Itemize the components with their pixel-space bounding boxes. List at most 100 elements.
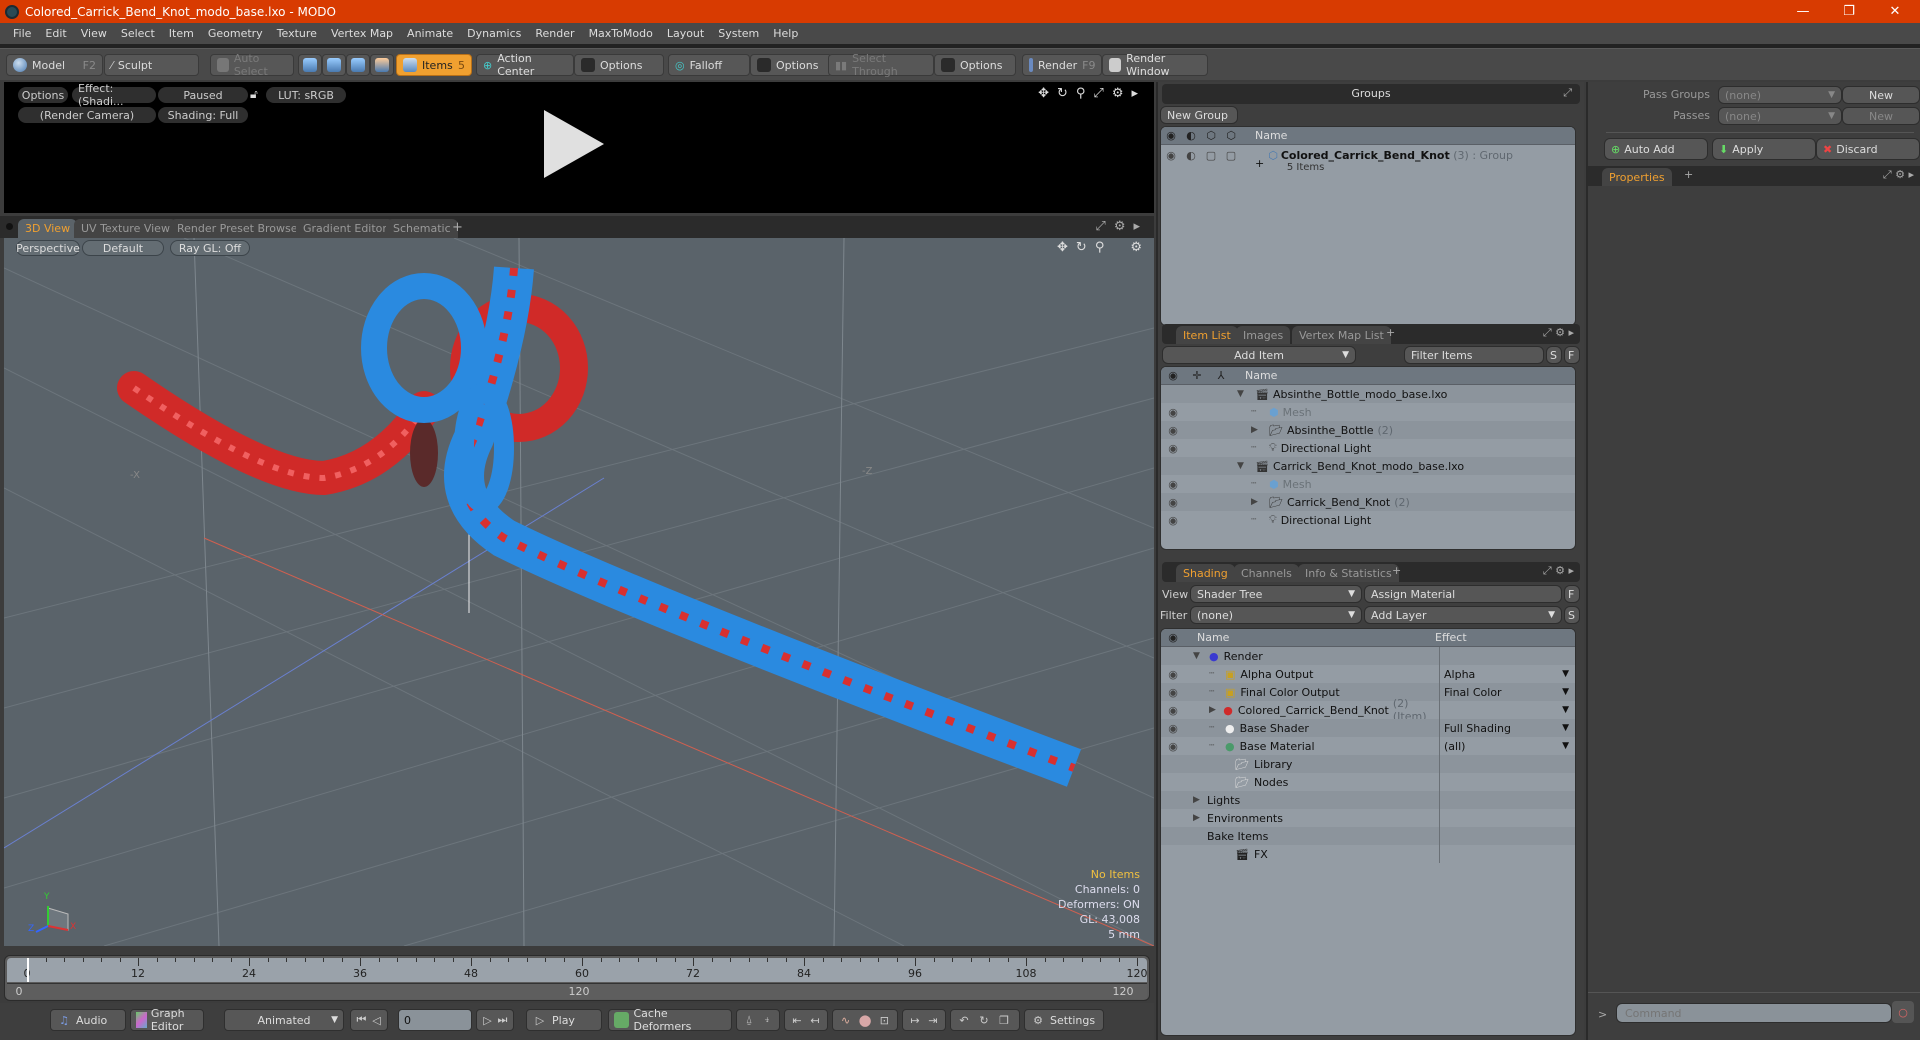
expand-toggle-icon[interactable]: ▶ [1251, 497, 1265, 507]
shader-tree-row[interactable]: 🎬︎ FX [1161, 845, 1575, 863]
item-list-row[interactable]: ◉ ┄ 💡︎ Directional Light [1161, 439, 1575, 457]
record-icon[interactable]: ● [857, 1011, 872, 1029]
filter-dropdown[interactable]: (none) ▼ [1190, 606, 1362, 624]
polygons-mode-button[interactable] [346, 54, 370, 76]
paused-toggle[interactable]: Paused [158, 87, 248, 103]
eye-icon[interactable]: ◉ [1161, 686, 1185, 699]
edges-mode-button[interactable] [322, 54, 346, 76]
tab-render-preset-browser[interactable]: Render Preset Browser [170, 219, 310, 238]
sculpt-mode-button[interactable]: ⁄ Sculpt [104, 54, 199, 76]
expand-toggle-icon[interactable]: ▶ [1193, 795, 1207, 805]
effect-dropdown[interactable]: Effect: (Shadi... [72, 82, 156, 108]
restore-button[interactable]: ❐ [1826, 0, 1872, 23]
lock-toggle[interactable]: ▢ [1201, 149, 1221, 162]
assign-material-button[interactable]: Assign Material [1364, 585, 1562, 603]
menu-geometry[interactable]: Geometry [201, 27, 270, 40]
eye-icon[interactable]: ◉ [1161, 149, 1181, 162]
arrow-right-icon[interactable]: ▸ [1133, 219, 1140, 234]
play-button[interactable]: ▷ Play [526, 1009, 602, 1031]
menu-select[interactable]: Select [114, 27, 162, 40]
chevron-down-icon[interactable]: ▼ [1562, 741, 1569, 751]
timeline[interactable]: 0 12 24 36 48 60 72 84 96 108 120 0 120 120 [4, 955, 1150, 1001]
eye-icon[interactable]: ◉ [1161, 442, 1185, 455]
rotate-icon[interactable]: ↻ [1057, 86, 1068, 101]
last-key-icon[interactable]: ⇥ [926, 1012, 940, 1028]
playhead[interactable] [27, 958, 29, 982]
record-macro-button[interactable]: ○ [1892, 1001, 1914, 1023]
auto-add-button[interactable]: ⊕ Auto Add [1604, 138, 1708, 160]
camera-dropdown[interactable]: (Render Camera) [18, 107, 156, 123]
preview-options-button[interactable]: Options [18, 87, 68, 103]
next-key-icon[interactable]: ↦ [908, 1012, 922, 1028]
materials-mode-button[interactable] [370, 54, 394, 76]
expand-toggle-icon[interactable]: ▼ [1237, 461, 1251, 471]
tab-3d-view[interactable]: 3D View [18, 219, 78, 238]
panel-controls[interactable]: ⤢ ⚙ ▸ [1883, 168, 1914, 182]
render-button[interactable]: Render F9 [1022, 54, 1102, 76]
effect-value[interactable]: Final Color [1444, 686, 1562, 699]
expand-toggle-icon[interactable]: ▶ [1251, 425, 1265, 435]
shading-dropdown[interactable]: Shading: Full [158, 107, 248, 123]
expand-toggle-icon[interactable]: ▼ [1193, 651, 1207, 661]
shader-tree-row[interactable]: Bake Items [1161, 827, 1575, 845]
item-list-row[interactable]: ▼ 🎬︎ Absinthe_Bottle_modo_base.lxo [1161, 385, 1575, 403]
arrow-right-icon[interactable]: ▸ [1131, 86, 1138, 101]
filter-items-input[interactable]: Filter Items [1404, 346, 1544, 364]
menu-maxtomodo[interactable]: MaxToModo [582, 27, 660, 40]
f-button[interactable]: F [1564, 585, 1580, 603]
timeline-range-bar[interactable]: 0 120 120 [7, 983, 1147, 999]
zoom-icon[interactable]: ⚲ [1095, 240, 1105, 255]
menu-render[interactable]: Render [528, 27, 581, 40]
prev-key-icon[interactable]: ⇤ [790, 1012, 804, 1028]
effect-value[interactable]: Alpha [1444, 668, 1562, 681]
apply-button[interactable]: ⬇ Apply [1712, 138, 1816, 160]
vertices-mode-button[interactable] [298, 54, 322, 76]
play-icon[interactable] [544, 110, 604, 178]
view-dropdown[interactable]: Shader Tree ▼ [1190, 585, 1362, 603]
eye-icon[interactable]: ◉ [1161, 704, 1185, 717]
new-pass-group-button[interactable]: New [1842, 86, 1920, 104]
menu-system[interactable]: System [711, 27, 766, 40]
select-options-button[interactable]: Options [934, 54, 1016, 76]
timeline-ruler[interactable]: 01224364860728496108120 [7, 958, 1148, 982]
item-list-row[interactable]: ◉ ▶ 📂︎ Carrick_Bend_Knot (2) [1161, 493, 1575, 511]
tab-uv-texture-view[interactable]: UV Texture View [74, 219, 177, 238]
expand-toggle-icon[interactable]: ▼ [1237, 389, 1251, 399]
tab-shading[interactable]: Shading [1176, 564, 1235, 582]
gear-icon[interactable]: ⚙ [1130, 240, 1142, 255]
eye-icon[interactable]: ◉ [1161, 424, 1185, 437]
default-style-dropdown[interactable]: Default [82, 240, 164, 256]
pan-icon[interactable]: ✥ [1038, 86, 1049, 101]
item-list-row[interactable]: ◉ ┄ ⬢ Mesh [1161, 475, 1575, 493]
expand-icon[interactable]: + [1255, 157, 1264, 170]
eye-icon[interactable]: ◉ [1161, 514, 1185, 527]
lut-dropdown[interactable]: LUT: sRGB [266, 87, 346, 103]
gear-icon[interactable]: ⚙ [1112, 86, 1124, 101]
menu-dynamics[interactable]: Dynamics [460, 27, 528, 40]
tab-vertex-map-list[interactable]: Vertex Map List [1292, 326, 1391, 344]
tab-properties[interactable]: Properties [1602, 168, 1672, 186]
menu-file[interactable]: File [6, 27, 38, 40]
menu-edit[interactable]: Edit [38, 27, 73, 40]
shader-tree-row[interactable]: ◉ ┄ ● Base Material (all) ▼ [1161, 737, 1575, 755]
eye-icon[interactable]: ◉ [1161, 406, 1185, 419]
select-through-button[interactable]: ▮▮ Select Through [828, 52, 934, 78]
shader-tree-row[interactable]: ◉ ┄ ▣ Alpha Output Alpha ▼ [1161, 665, 1575, 683]
menu-layout[interactable]: Layout [660, 27, 711, 40]
effect-value[interactable]: Full Shading [1444, 722, 1562, 735]
add-tab-icon[interactable]: + [1392, 564, 1401, 577]
item-list-row[interactable]: ◉ ┄ 💡︎ Directional Light [1161, 511, 1575, 529]
panel-controls[interactable]: ⤢ ⚙ ▸ [1543, 564, 1574, 578]
eye-icon[interactable]: ◉ [1161, 740, 1185, 753]
add-item-dropdown[interactable]: Add Item ▼ [1162, 346, 1356, 364]
tab-item-list[interactable]: Item List [1176, 326, 1238, 344]
key-delete-icon[interactable]: ↶ [956, 1012, 972, 1028]
menu-animate[interactable]: Animate [400, 27, 460, 40]
item-list-row[interactable]: ◉ ┄ ⬢ Mesh [1161, 403, 1575, 421]
tab-schematic[interactable]: Schematic [386, 219, 458, 238]
zoom-icon[interactable]: ⚲ [1076, 86, 1086, 101]
model-mode-button[interactable]: Model F2 [6, 54, 103, 76]
discard-button[interactable]: ✖ Discard [1816, 138, 1920, 160]
menu-texture[interactable]: Texture [270, 27, 324, 40]
raygl-toggle[interactable]: Ray GL: Off [170, 240, 250, 256]
